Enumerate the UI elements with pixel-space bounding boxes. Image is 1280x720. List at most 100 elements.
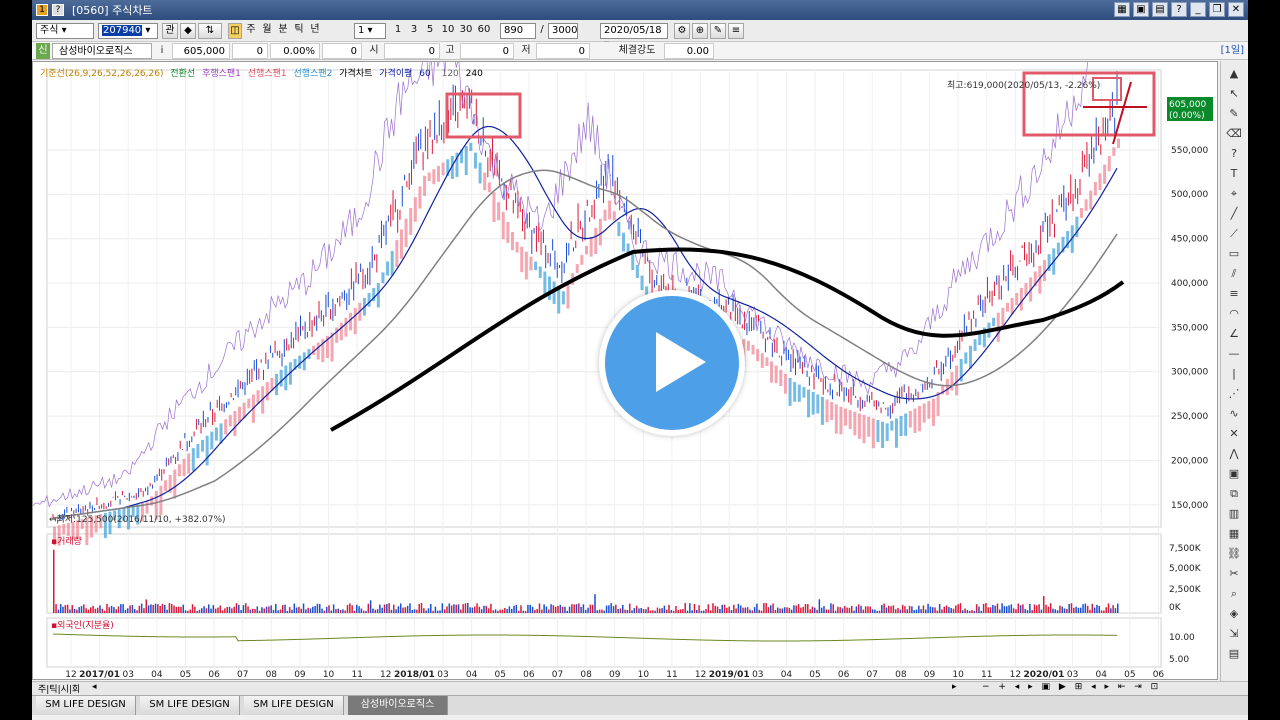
- vline-icon[interactable]: |: [1226, 367, 1242, 381]
- chart-type-icon[interactable]: ◫: [228, 23, 242, 39]
- search-icon[interactable]: ⌕: [1226, 587, 1242, 601]
- period-tick[interactable]: 틱: [292, 23, 306, 39]
- print-icon[interactable]: ▤: [1152, 2, 1168, 17]
- gann-icon[interactable]: ⋰: [1226, 387, 1242, 401]
- volume-bar: [994, 605, 996, 613]
- volume-bar: [321, 608, 323, 613]
- cross-icon[interactable]: ✕: [1226, 427, 1242, 441]
- volume-bar: [938, 604, 941, 613]
- copy-icon[interactable]: ⧉: [1226, 487, 1242, 501]
- volume-bar: [1117, 603, 1119, 613]
- menu-icon[interactable]: ≡: [728, 23, 744, 39]
- restore-icon[interactable]: ❐: [1209, 2, 1225, 17]
- export-icon[interactable]: ⇲: [1226, 627, 1242, 641]
- period-month[interactable]: 월: [260, 23, 274, 39]
- palette-icon[interactable]: ◈: [1226, 607, 1242, 621]
- cloud-bar: [631, 254, 635, 270]
- text-icon[interactable]: T: [1226, 167, 1242, 181]
- x-tick-label: 04: [1095, 670, 1107, 679]
- market-select[interactable]: 주식 ▾: [36, 23, 94, 39]
- spin-icon[interactable]: ⇅: [198, 23, 222, 39]
- cursor-icon[interactable]: ↖: [1226, 87, 1242, 101]
- channel-icon[interactable]: ⫽: [1226, 267, 1242, 281]
- zigzag-icon[interactable]: ⋀: [1226, 447, 1242, 461]
- volume-bar: [952, 608, 955, 613]
- volume-bar: [894, 609, 897, 613]
- code-input[interactable]: 207940 ▾: [98, 23, 158, 39]
- updown-icon[interactable]: ◆: [180, 23, 196, 39]
- quick-10[interactable]: 10: [440, 23, 456, 39]
- cloud-bar: [547, 276, 551, 300]
- cloud-bar: [830, 401, 834, 420]
- tab-4[interactable]: 삼성바이오로직스: [348, 696, 448, 715]
- rect-icon[interactable]: ▭: [1226, 247, 1242, 261]
- quick-5[interactable]: 5: [424, 23, 436, 39]
- hline-icon[interactable]: —: [1226, 347, 1242, 361]
- volume-bar: [92, 605, 94, 613]
- quick-3[interactable]: 3: [408, 23, 420, 39]
- quick-30[interactable]: 30: [458, 23, 474, 39]
- eraser-icon[interactable]: ⌫: [1226, 127, 1242, 141]
- close-icon[interactable]: ✕: [1228, 2, 1244, 17]
- scroll-left-icon[interactable]: ◂: [92, 682, 97, 692]
- quick-60[interactable]: 60: [476, 23, 492, 39]
- timeframe-label[interactable]: [1일]: [1221, 43, 1244, 59]
- max-count-input[interactable]: 3000: [548, 23, 578, 39]
- magnet-icon[interactable]: ⌖: [1226, 187, 1242, 201]
- settings-icon[interactable]: ⚙: [674, 23, 690, 39]
- date-input[interactable]: 2020/05/18 ▾: [600, 23, 668, 50]
- volume-tick-label: 7,500K: [1169, 544, 1202, 554]
- stamp-icon[interactable]: ▣: [1226, 467, 1242, 481]
- period-year[interactable]: 년: [308, 23, 322, 39]
- volume-tick-label: 5,000K: [1169, 564, 1202, 574]
- period-week[interactable]: 주: [244, 23, 258, 39]
- grid-icon[interactable]: ▦: [1114, 2, 1130, 17]
- fib-icon[interactable]: ≡: [1226, 287, 1242, 301]
- link-icon[interactable]: ⛓: [1226, 547, 1242, 561]
- volume-bar: [69, 609, 71, 613]
- line-icon[interactable]: ╱: [1226, 207, 1242, 221]
- clip-icon[interactable]: ✂: [1226, 567, 1242, 581]
- play-button[interactable]: [599, 290, 745, 436]
- tool-icon[interactable]: ✎: [710, 23, 726, 39]
- volume-bar: [913, 610, 915, 613]
- volume-bar: [110, 605, 113, 613]
- scroll-right-icon[interactable]: ▸: [952, 682, 957, 692]
- volume-bar: [446, 606, 448, 613]
- period-minute[interactable]: 분: [276, 23, 290, 39]
- volume-bar: [881, 604, 883, 613]
- arc-icon[interactable]: ◠: [1226, 307, 1242, 321]
- cloud-bar: [617, 221, 621, 237]
- save-icon[interactable]: ▣: [1133, 2, 1149, 17]
- interval-select[interactable]: 1 ▾: [354, 23, 386, 39]
- help-button-icon[interactable]: ?: [1171, 2, 1187, 17]
- angle-icon[interactable]: ∠: [1226, 327, 1242, 341]
- volume-bar: [774, 610, 777, 613]
- stock-name[interactable]: 삼성바이오로직스: [52, 43, 152, 59]
- bars-icon[interactable]: ▥: [1226, 507, 1242, 521]
- help-icon[interactable]: ?: [52, 4, 64, 16]
- nav-controls[interactable]: − + ◂ ▸ ▣ ▶ ⊞ ◂ ▸ ⇤ ⇥ ⊡: [982, 682, 1161, 692]
- volume-bar: [1017, 603, 1020, 613]
- volume-bar: [161, 603, 164, 613]
- pencil-icon[interactable]: ✎: [1226, 107, 1242, 121]
- info-icon[interactable]: i: [156, 43, 168, 59]
- ray-icon[interactable]: ⟋: [1226, 227, 1242, 241]
- volume-bar: [140, 603, 143, 613]
- question-icon[interactable]: ?: [1226, 147, 1242, 161]
- minimize-icon[interactable]: _: [1190, 2, 1206, 17]
- volume-bar: [557, 605, 559, 613]
- tab-3[interactable]: SM LIFE DESIGN: [244, 696, 344, 715]
- count-input[interactable]: 890: [500, 23, 536, 39]
- related-button[interactable]: 관: [162, 23, 178, 39]
- mode-label[interactable]: 주|틱|시|회: [38, 682, 80, 695]
- volume-bar: [619, 608, 622, 613]
- grid-layout-icon[interactable]: ▤: [1226, 647, 1242, 661]
- scroll-up-icon[interactable]: ▲: [1226, 67, 1242, 81]
- table-icon[interactable]: ▦: [1226, 527, 1242, 541]
- tab-2[interactable]: SM LIFE DESIGN: [140, 696, 240, 715]
- zoom-icon[interactable]: ⊕: [692, 23, 708, 39]
- tab-1[interactable]: SM LIFE DESIGN: [36, 696, 136, 715]
- quick-1[interactable]: 1: [392, 23, 404, 39]
- wave-icon[interactable]: ∿: [1226, 407, 1242, 421]
